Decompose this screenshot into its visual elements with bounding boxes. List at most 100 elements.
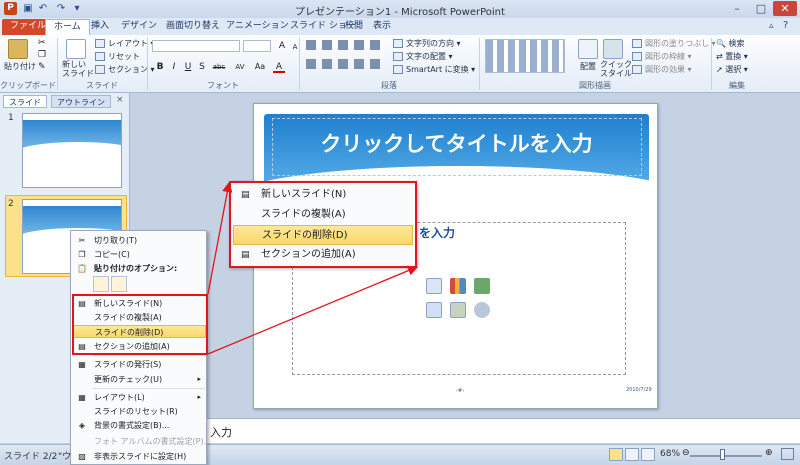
insert-table-icon[interactable] — [426, 278, 442, 294]
text-direction-button[interactable]: 文字列の方向 ▾ — [393, 38, 461, 49]
cut-icon[interactable]: ✂ — [38, 38, 46, 48]
menu-item-publish-slides[interactable]: ▦ スライドの発行(S) — [72, 358, 206, 371]
strikethrough-button[interactable]: abc — [210, 61, 228, 73]
underline-button[interactable]: U — [182, 61, 194, 73]
insert-chart-icon[interactable] — [450, 278, 466, 294]
alignment-buttons[interactable] — [306, 59, 386, 69]
menu-item-layout[interactable]: ▦ レイアウト(L) ▸ — [72, 391, 206, 404]
menu-item-photo-album-format: フォト アルバムの書式設定(P)... — [94, 437, 212, 446]
select-button[interactable]: ➚ 選択 ▾ — [716, 64, 748, 75]
grow-font-icon[interactable]: A — [276, 40, 288, 52]
thumb-wave — [23, 142, 121, 166]
find-button[interactable]: 🔍 検索 — [716, 38, 745, 49]
paste-icon[interactable] — [8, 39, 28, 59]
change-case-button[interactable]: Aa — [252, 61, 268, 73]
menu-item-cut[interactable]: ✂ 切り取り(T) — [72, 234, 206, 247]
section-icon — [95, 65, 105, 74]
menu-item-check-updates[interactable]: 更新のチェック(U) ▸ — [72, 373, 206, 386]
format-painter-icon[interactable]: ✎ — [38, 62, 46, 72]
hide-slide-icon: ▨ — [78, 452, 86, 461]
menu-item-reset-slide[interactable]: スライドのリセット(R) — [72, 405, 206, 418]
pane-tab-outline[interactable]: アウトライン — [51, 95, 111, 108]
slide-thumbnail-1[interactable] — [22, 113, 122, 188]
paste-button[interactable]: 貼り付け — [4, 61, 36, 72]
arrange-button[interactable]: 配置 — [580, 61, 596, 72]
align-text-icon — [393, 52, 403, 61]
insert-smartart-icon[interactable] — [474, 278, 490, 294]
quick-styles-icon[interactable] — [603, 39, 623, 59]
minimize-icon[interactable]: – — [725, 1, 749, 16]
section-button[interactable]: セクション ▾ — [95, 64, 155, 75]
help-icon[interactable]: ? — [783, 20, 788, 31]
reading-view-icon[interactable] — [641, 448, 655, 461]
replace-button[interactable]: ⇄ 置換 ▾ — [716, 51, 748, 62]
menu-separator — [93, 388, 205, 389]
menu-separator — [93, 355, 205, 356]
shape-fill-button[interactable]: 図形の塗りつぶし ▾ — [632, 38, 716, 49]
menu-item-format-background[interactable]: ◈ 背景の書式設定(B)... — [72, 419, 206, 432]
slide-title[interactable]: クリックしてタイトルを入力 — [274, 128, 639, 158]
menu-item-copy[interactable]: ❐ コピー(C) — [72, 248, 206, 261]
italic-button[interactable]: I — [168, 61, 180, 73]
zoom-in-icon[interactable]: ⊕ — [765, 448, 773, 458]
pane-close-icon[interactable]: × — [116, 95, 124, 105]
zoom-out-icon[interactable]: ⊖ — [682, 448, 690, 458]
background-icon: ◈ — [78, 421, 86, 430]
bold-button[interactable]: B — [154, 61, 166, 73]
pane-tab-slides[interactable]: スライド — [3, 95, 47, 108]
smartart-button[interactable]: SmartArt に変換 ▾ — [393, 64, 475, 75]
replace-icon: ⇄ — [716, 52, 723, 61]
tab-view[interactable]: 表示 — [365, 19, 399, 35]
shape-outline-button[interactable]: 図形の枠線 ▾ — [632, 51, 692, 62]
ribbon-tab-row: ファイル ホーム 挿入 デザイン 画面切り替え アニメーション スライド ショー… — [0, 18, 800, 35]
copy-icon[interactable]: ❐ — [38, 50, 46, 60]
shape-effects-icon — [632, 65, 642, 74]
drawing-group-label: 図形描画 — [579, 81, 611, 90]
callout-highlight-box — [72, 294, 208, 355]
paragraph-group-label: 段落 — [381, 81, 397, 90]
callout-arrow-top — [207, 181, 233, 295]
new-slide-button[interactable]: 新しい スライド — [62, 60, 94, 78]
new-slide-icon[interactable] — [66, 39, 86, 59]
maximize-icon[interactable]: □ — [749, 1, 773, 16]
normal-view-icon[interactable] — [609, 448, 623, 461]
smartart-icon — [393, 65, 403, 74]
insert-picture-icon[interactable] — [426, 302, 442, 318]
paste-option-use-destination-icon[interactable] — [93, 276, 109, 292]
zoomed-menu-callout: ▤ 新しいスライド(N) スライドの複製(A) スライドの削除(D) ▤ セクション… — [229, 181, 417, 268]
fit-to-window-icon[interactable] — [781, 448, 794, 460]
shape-effects-button[interactable]: 図形の効果 ▾ — [632, 64, 692, 75]
font-size-combo[interactable] — [243, 40, 271, 52]
char-spacing-button[interactable]: AV — [232, 61, 248, 73]
zoom-level[interactable]: 68% — [660, 449, 680, 459]
list-buttons[interactable] — [306, 40, 386, 50]
slide-sorter-icon[interactable] — [625, 448, 639, 461]
layout-button[interactable]: レイアウト ▾ — [95, 38, 155, 49]
arrange-icon[interactable] — [578, 39, 598, 59]
ribbon-minimize-icon[interactable]: ▵ — [769, 21, 774, 31]
font-name-combo[interactable] — [152, 40, 240, 52]
thumb-number: 1 — [8, 113, 14, 123]
menu-item-hide-slide[interactable]: ▨ 非表示スライドに設定(H) — [72, 450, 206, 463]
title-bar: P ▣ ↶ ↷ ▾ プレゼンテーション1 - Microsoft PowerPo… — [0, 0, 800, 18]
shapes-gallery[interactable] — [485, 39, 565, 73]
slides-group-label: スライド — [86, 81, 118, 90]
publish-icon: ▦ — [78, 360, 86, 369]
zoom-slider-track[interactable] — [690, 455, 762, 457]
shadow-button[interactable]: S — [196, 61, 208, 73]
tab-insert[interactable]: 挿入 — [83, 19, 117, 35]
copy-icon: ❐ — [78, 250, 86, 259]
quick-styles-button[interactable]: クイック スタイル — [600, 60, 632, 78]
close-icon[interactable]: ✕ — [773, 1, 797, 16]
paste-option-keep-source-icon[interactable] — [111, 276, 127, 292]
insert-clipart-icon[interactable] — [450, 302, 466, 318]
callout-item-delete-slide: スライドの削除(D) — [233, 225, 413, 245]
align-text-button[interactable]: 文字の配置 ▾ — [393, 51, 453, 62]
font-color-button[interactable]: A — [273, 61, 285, 73]
date-footer: 2010/7/29 — [626, 387, 652, 393]
notes-pane[interactable]: 入力 — [130, 418, 800, 443]
reset-button[interactable]: リセット — [95, 51, 140, 62]
notes-placeholder-text: 入力 — [210, 426, 232, 439]
zoom-slider-thumb[interactable] — [720, 449, 725, 460]
insert-media-icon[interactable] — [474, 302, 490, 318]
